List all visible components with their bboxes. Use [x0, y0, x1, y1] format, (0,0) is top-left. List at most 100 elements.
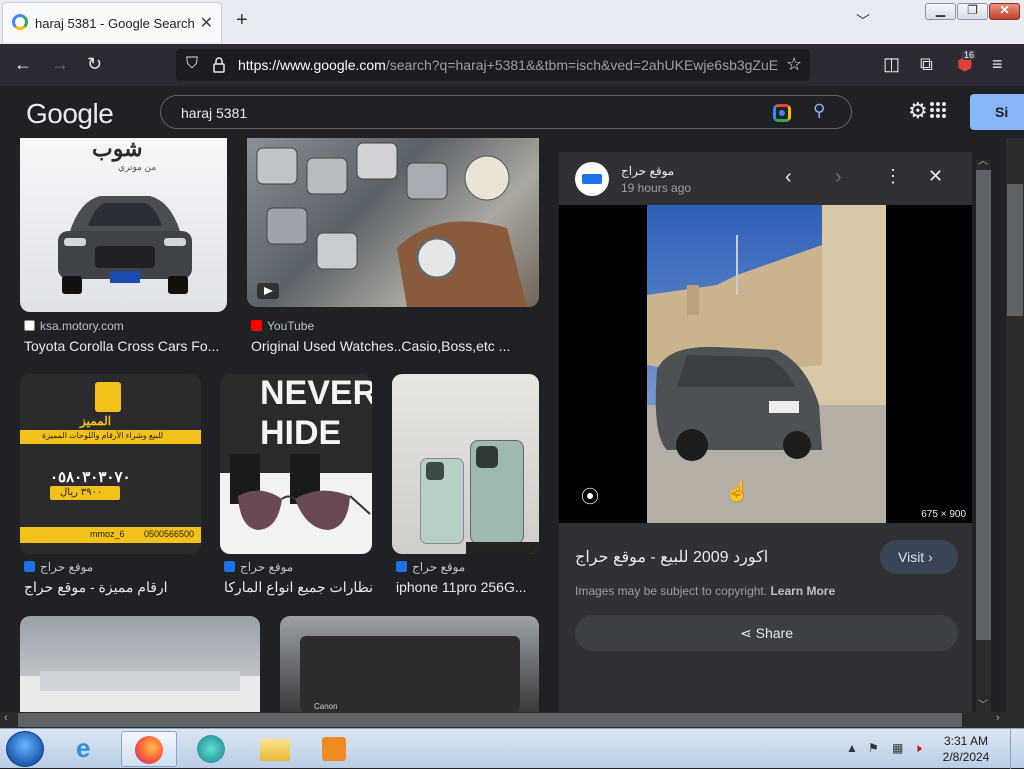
- search-box[interactable]: haraj 5381 ⚲: [160, 95, 852, 129]
- scroll-left-arrow-icon[interactable]: ‹: [4, 712, 8, 724]
- next-chevron-icon[interactable]: ›: [835, 166, 842, 189]
- settings-gear-icon[interactable]: ⚙: [908, 98, 928, 124]
- back-arrow-icon[interactable]: ←: [14, 54, 32, 75]
- tracking-shield-icon[interactable]: ⛉: [186, 55, 198, 73]
- start-button[interactable]: [6, 731, 44, 767]
- lock-icon[interactable]: [212, 57, 226, 73]
- publish-time: 19 hours ago: [621, 181, 692, 195]
- show-desktop-button[interactable]: [1010, 729, 1024, 769]
- vip-handle: mmoz_6: [90, 529, 125, 539]
- result-image-room[interactable]: [20, 616, 260, 712]
- reload-icon[interactable]: ↻: [87, 54, 102, 75]
- google-logo[interactable]: Google: [26, 98, 114, 130]
- scroll-right-arrow-icon[interactable]: ›: [996, 712, 1000, 724]
- hide-text: HIDE: [260, 414, 342, 452]
- previous-chevron-icon[interactable]: ‹: [785, 166, 792, 189]
- horizontal-scrollbar-thumb[interactable]: [18, 713, 962, 727]
- vip-subtitle: للبيع وشراء الأرقام واللوحات المميزة: [42, 431, 164, 440]
- taskbar-internet-explorer[interactable]: e: [62, 731, 118, 767]
- google-apps-icon[interactable]: [930, 102, 946, 118]
- hamburger-menu-icon[interactable]: ≡: [992, 54, 1003, 75]
- result-caption[interactable]: iphone 11pro 256G...: [396, 579, 539, 595]
- share-button[interactable]: ⋖ Share: [575, 615, 958, 651]
- scroll-down-arrow-icon[interactable]: ﹀: [978, 696, 988, 711]
- volume-muted-icon[interactable]: 🕨: [914, 741, 922, 756]
- bookmark-star-icon[interactable]: ☆: [786, 54, 802, 75]
- scroll-up-arrow-icon[interactable]: ︿: [978, 152, 988, 167]
- action-center-flag-icon[interactable]: ⚑: [868, 741, 879, 755]
- result-source[interactable]: YouTube: [251, 319, 314, 333]
- publisher-logo[interactable]: [575, 162, 609, 196]
- result-image-printer[interactable]: Canon: [280, 616, 539, 712]
- lens-search-icon[interactable]: ⦿: [581, 483, 599, 509]
- visit-button[interactable]: Visit ›: [880, 540, 958, 574]
- chevron-right-icon: ›: [928, 549, 933, 565]
- maximize-button[interactable]: ❐: [957, 3, 988, 20]
- search-icon[interactable]: ⚲: [813, 101, 825, 121]
- hand-cursor-icon: ☝: [725, 481, 750, 503]
- copyright-notice: Images may be subject to copyright. Lear…: [575, 584, 836, 598]
- new-tab-button[interactable]: +: [236, 9, 248, 32]
- result-image-sunglasses[interactable]: NEVER HIDE: [220, 374, 372, 554]
- tab-close-icon[interactable]: ✕: [200, 13, 213, 33]
- sunglasses-illustration: [230, 454, 371, 530]
- learn-more-link[interactable]: Learn More: [770, 584, 835, 598]
- taskbar-firefox[interactable]: [121, 731, 177, 767]
- result-source[interactable]: موقع حراج: [396, 560, 465, 574]
- result-caption[interactable]: نظارات جميع انواع الماركا...: [224, 579, 372, 596]
- page-scrollbar-thumb[interactable]: [1007, 184, 1023, 316]
- panel-scrollbar-thumb[interactable]: [976, 170, 991, 640]
- room-boxes: [40, 671, 240, 691]
- result-image-watches[interactable]: [247, 138, 539, 307]
- clock-date: 2/8/2024: [942, 750, 990, 764]
- search-input[interactable]: haraj 5381: [181, 105, 247, 121]
- forward-arrow-icon[interactable]: →: [51, 54, 69, 75]
- window-close-button[interactable]: ✕: [989, 3, 1020, 20]
- google-favicon-icon: [12, 14, 28, 30]
- system-clock[interactable]: 3:31 AM 2/8/2024: [936, 733, 996, 765]
- extension-badge: 16: [962, 50, 977, 60]
- image-dimensions: 675 × 900: [919, 508, 968, 521]
- firefox-icon: [135, 736, 163, 764]
- network-icon[interactable]: ▦: [892, 741, 903, 755]
- publisher-name[interactable]: موقع حراج: [621, 164, 674, 178]
- car-brand-logo: شوب: [92, 138, 143, 161]
- preview-title[interactable]: اكورد 2009 للبيع - موقع حراج: [575, 547, 768, 567]
- address-bar[interactable]: ⛉ https://www.google.com/search?q=haraj+…: [176, 49, 810, 81]
- result-source[interactable]: موقع حراج: [24, 560, 93, 574]
- result-caption[interactable]: Original Used Watches..Casio,Boss,etc ..…: [251, 338, 539, 354]
- image-preview-panel: موقع حراج 19 hours ago ‹ › ⋮ ✕ ⦿ ☝ 675 ×…: [559, 152, 972, 712]
- vip-title: المميز: [80, 414, 112, 428]
- pocket-icon[interactable]: ◫: [883, 54, 900, 75]
- url-text: https://www.google.com/search?q=haraj+53…: [238, 57, 778, 73]
- extensions-icon[interactable]: ⧉: [920, 54, 933, 75]
- result-source[interactable]: ksa.motory.com: [24, 319, 124, 333]
- result-caption[interactable]: ارقام مميزة - موقع حراج: [24, 579, 201, 596]
- list-all-tabs-icon[interactable]: ﹀: [856, 11, 870, 31]
- more-options-icon[interactable]: ⋮: [884, 166, 902, 187]
- taskbar-file-explorer[interactable]: [246, 731, 302, 767]
- minimize-button[interactable]: ▁: [925, 3, 956, 20]
- car-brand-sub: من موتري: [118, 162, 157, 172]
- sign-in-button[interactable]: Si: [970, 94, 1024, 130]
- vip-price: ٣٩٠٠ ريال: [60, 487, 103, 498]
- result-caption[interactable]: Toyota Corolla Cross Cars Fo...: [24, 338, 224, 354]
- taskbar-media-app[interactable]: [184, 731, 240, 767]
- close-panel-icon[interactable]: ✕: [928, 166, 943, 187]
- haraj-favicon-icon: [224, 561, 235, 572]
- result-image-vip-number[interactable]: المميز للبيع وشراء الأرقام واللوحات المم…: [20, 374, 201, 554]
- tab-title: haraj 5381 - Google Search: [35, 16, 195, 31]
- browser-tab[interactable]: haraj 5381 - Google Search ✕: [2, 2, 222, 42]
- result-source[interactable]: موقع حراج: [224, 560, 293, 574]
- printer-brand: Canon: [314, 702, 338, 711]
- preview-image[interactable]: [647, 205, 886, 523]
- watches-illustration: [256, 142, 527, 307]
- show-hidden-icons-icon[interactable]: ▲: [846, 741, 858, 755]
- google-lens-icon[interactable]: [773, 104, 791, 122]
- media-player-icon: [322, 737, 346, 761]
- result-image-car[interactable]: شوب من موتري: [20, 138, 227, 312]
- printer-body: [300, 636, 520, 712]
- result-image-iphone[interactable]: [392, 374, 539, 554]
- taskbar-media-player[interactable]: [306, 731, 362, 767]
- vip-number: ٠٥٨٠٣٠٣٠٧٠: [50, 469, 131, 486]
